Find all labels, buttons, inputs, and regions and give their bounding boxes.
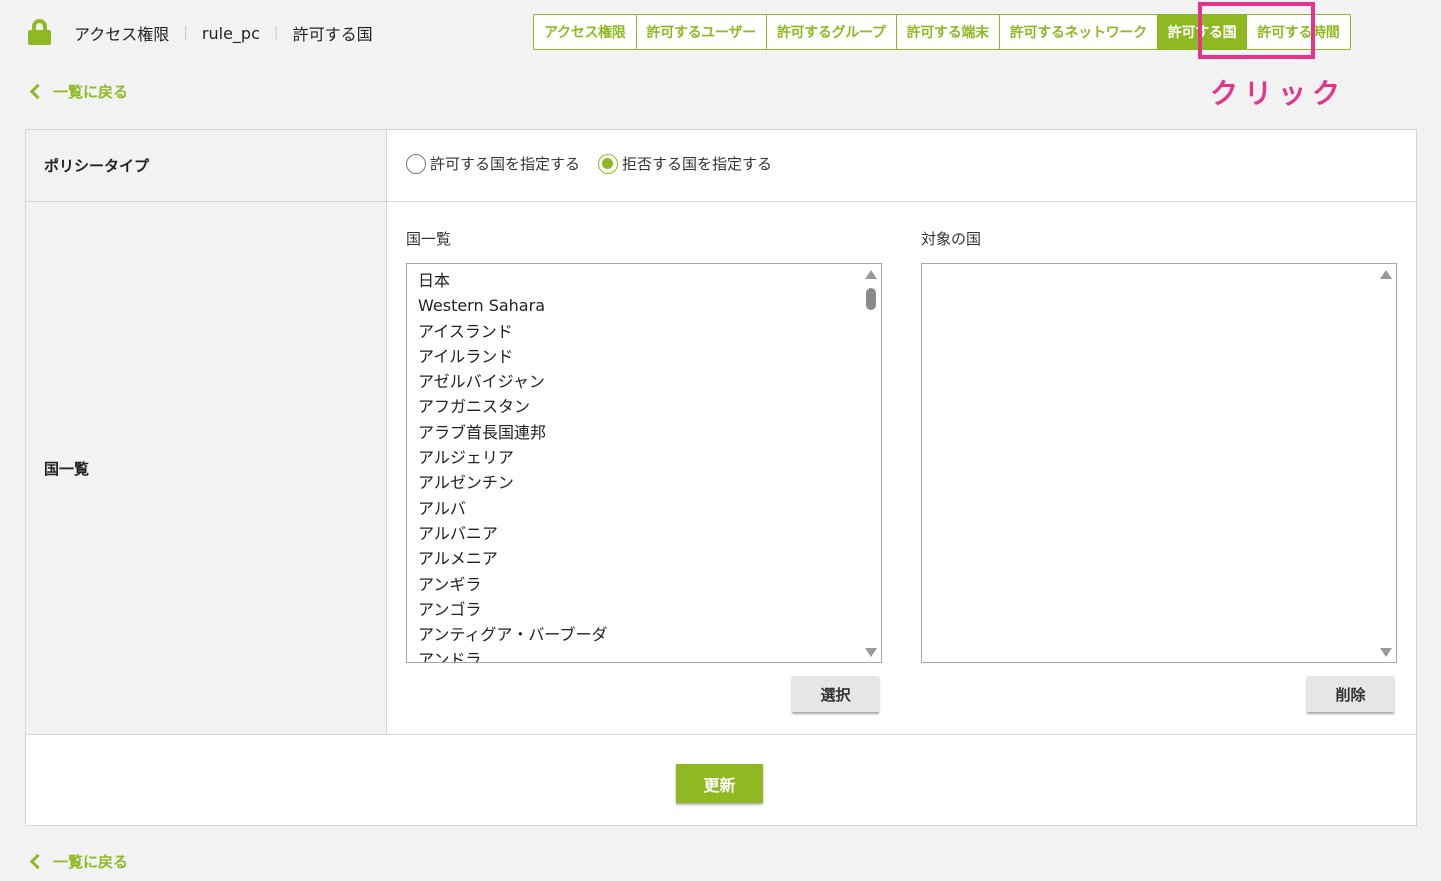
country-list-title: 国一覧 — [406, 230, 452, 248]
chevron-left-icon — [29, 853, 46, 870]
country-option[interactable]: アルバ — [418, 496, 881, 521]
target-country-title: 対象の国 — [921, 230, 982, 248]
country-option[interactable]: アルゼンチン — [418, 470, 881, 495]
country-option[interactable]: アフガニスタン — [418, 394, 881, 419]
policy-type-row: ポリシータイプ 許可する国を指定する 拒否する国を指定する — [26, 130, 1416, 202]
breadcrumb-separator: | — [183, 25, 188, 41]
breadcrumb-item: アクセス権限 — [74, 25, 170, 44]
chevron-left-icon — [29, 83, 46, 100]
header: アクセス権限 | rule_pc | 許可する国 アクセス権限 許可するユーザー… — [0, 0, 1441, 66]
back-link-label: 一覧に戻る — [53, 853, 129, 871]
select-button[interactable]: 選択 — [792, 676, 879, 712]
policy-type-label: ポリシータイプ — [26, 130, 387, 201]
scrollbar-thumb[interactable] — [866, 288, 876, 310]
scroll-down-icon[interactable] — [1380, 648, 1392, 657]
back-to-list-link-top[interactable]: 一覧に戻る — [28, 81, 128, 102]
country-option[interactable]: アルメニア — [418, 546, 881, 571]
lock-icon — [28, 19, 51, 45]
country-list-label: 国一覧 — [26, 202, 387, 734]
back-link-label: 一覧に戻る — [53, 83, 129, 101]
settings-card: ポリシータイプ 許可する国を指定する 拒否する国を指定する 国一覧 国一覧 日本… — [25, 129, 1417, 826]
scroll-up-icon[interactable] — [1380, 270, 1392, 279]
radio-deny-countries[interactable]: 拒否する国を指定する — [598, 153, 772, 174]
update-button[interactable]: 更新 — [676, 764, 763, 803]
country-list-row: 国一覧 国一覧 日本 Western Sahara アイスランド アイルランド アゼルバ… — [26, 202, 1416, 735]
radio-circle — [406, 153, 426, 174]
country-option[interactable]: アイルランド — [418, 344, 881, 369]
country-option[interactable]: アンギラ — [418, 572, 881, 597]
country-option[interactable]: Western Sahara — [418, 293, 881, 318]
breadcrumb: アクセス権限 | rule_pc | 許可する国 — [74, 21, 373, 45]
click-highlight-box — [1198, 2, 1315, 59]
radio-allow-countries[interactable]: 許可する国を指定する — [406, 153, 580, 174]
radio-circle — [598, 153, 619, 174]
country-items: 日本 Western Sahara アイスランド アイルランド アゼルバイジャン アフガニ… — [407, 264, 881, 662]
country-option[interactable]: アイスランド — [418, 319, 881, 344]
country-option[interactable]: アンドラ — [418, 647, 881, 662]
scroll-up-icon[interactable] — [865, 270, 877, 279]
country-option[interactable]: アラブ首長国連邦 — [418, 420, 881, 445]
country-option[interactable]: アンゴラ — [418, 597, 881, 622]
country-option[interactable]: 日本 — [418, 268, 881, 293]
country-option[interactable]: アンティグア・バーブーダ — [418, 622, 881, 647]
radio-label: 許可する国を指定する — [430, 155, 581, 173]
breadcrumb-item: rule_pc — [201, 23, 260, 43]
country-option[interactable]: アルジェリア — [418, 445, 881, 470]
country-option[interactable]: アルバニア — [418, 521, 881, 546]
click-annotation: クリック — [1210, 77, 1347, 110]
tab-networks[interactable]: 許可するネットワーク — [1000, 15, 1158, 49]
back-to-list-link-bottom[interactable]: 一覧に戻る — [28, 851, 128, 872]
delete-button[interactable]: 削除 — [1307, 676, 1394, 712]
breadcrumb-item: 許可する国 — [292, 25, 373, 44]
tab-groups[interactable]: 許可するグループ — [767, 15, 897, 49]
tab-users[interactable]: 許可するユーザー — [637, 15, 767, 49]
policy-type-radio-group: 許可する国を指定する 拒否する国を指定する — [406, 153, 790, 174]
country-option[interactable]: アゼルバイジャン — [418, 369, 881, 394]
country-listbox[interactable]: 日本 Western Sahara アイスランド アイルランド アゼルバイジャン アフガニ… — [406, 263, 882, 663]
scroll-down-icon[interactable] — [865, 648, 877, 657]
tab-devices[interactable]: 許可する端末 — [897, 15, 1000, 49]
target-country-listbox[interactable] — [921, 263, 1397, 663]
tab-access[interactable]: アクセス権限 — [534, 15, 637, 49]
radio-label: 拒否する国を指定する — [622, 155, 773, 173]
breadcrumb-separator: | — [273, 25, 279, 41]
